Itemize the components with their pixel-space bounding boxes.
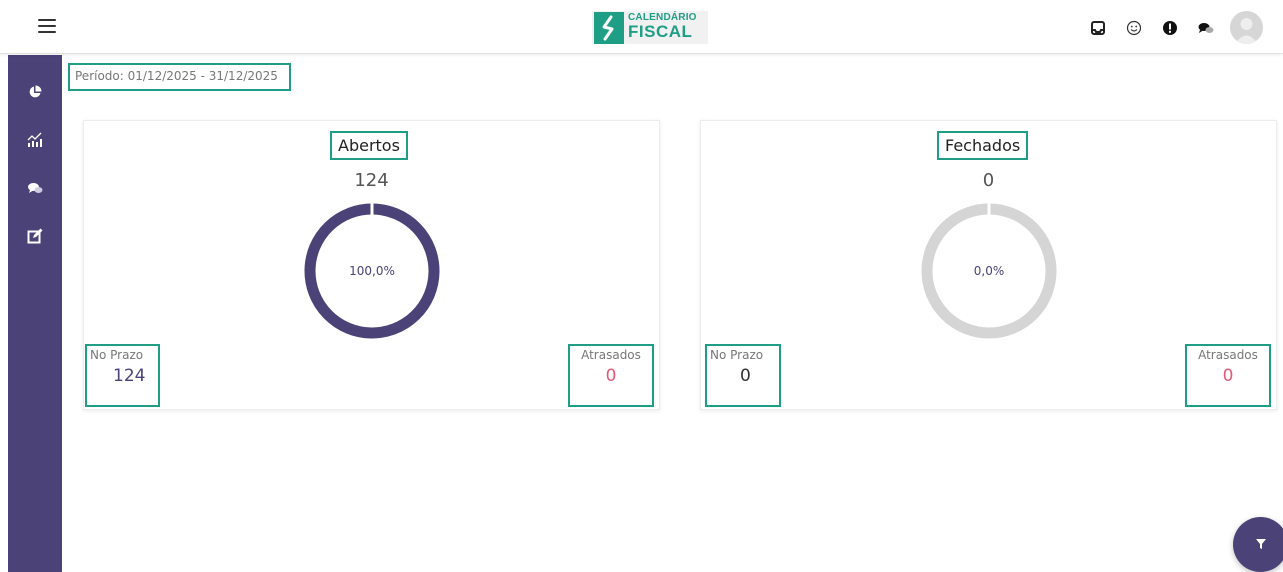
logo-line2: FISCAL [628, 22, 693, 41]
filter-button[interactable] [1233, 517, 1283, 572]
no-prazo-box: No Prazo 0 [705, 344, 781, 407]
inbox-icon[interactable] [1080, 11, 1116, 44]
atrasados-value: 0 [605, 366, 617, 386]
atrasados-value: 0 [1222, 366, 1234, 386]
chat-bubbles-icon[interactable] [8, 171, 62, 205]
pie-chart-icon[interactable] [8, 75, 62, 109]
period-label: Período: 01/12/2025 - 31/12/2025 [68, 63, 291, 91]
atrasados-box: Atrasados 0 [1185, 344, 1271, 407]
menu-icon[interactable] [38, 19, 56, 35]
card-title: Abertos [330, 131, 408, 160]
logo-mark [594, 12, 624, 44]
card-abertos: Abertos 124 100,0% No Prazo 124 Atrasado… [83, 120, 660, 410]
alert-icon[interactable] [1152, 11, 1188, 44]
no-prazo-label: No Prazo [90, 348, 144, 362]
no-prazo-label: No Prazo [710, 348, 764, 362]
filter-icon [1256, 539, 1266, 549]
donut-percent: 0,0% [973, 264, 1005, 278]
atrasados-label: Atrasados [581, 348, 641, 362]
no-prazo-value: 0 [740, 366, 751, 386]
avatar[interactable] [1230, 11, 1263, 44]
atrasados-label: Atrasados [1198, 348, 1258, 362]
card-fechados: Fechados 0 0,0% No Prazo 0 Atrasados 0 [700, 120, 1277, 410]
no-prazo-value: 124 [113, 366, 146, 386]
top-icons [1080, 11, 1263, 44]
bar-chart-icon[interactable] [8, 123, 62, 157]
card-total: 0 [982, 170, 995, 191]
sidebar [8, 55, 62, 572]
card-total: 124 [354, 170, 389, 191]
donut-percent: 100,0% [349, 264, 395, 278]
no-prazo-box: No Prazo 124 [85, 344, 160, 407]
edit-icon[interactable] [8, 219, 62, 253]
smiley-icon[interactable] [1116, 11, 1152, 44]
logo: CALENDÁRIO FISCAL [592, 11, 708, 44]
atrasados-box: Atrasados 0 [568, 344, 654, 407]
top-bar: CALENDÁRIO FISCAL [0, 0, 1283, 54]
chat-icon[interactable] [1188, 11, 1224, 44]
card-title: Fechados [937, 131, 1029, 160]
